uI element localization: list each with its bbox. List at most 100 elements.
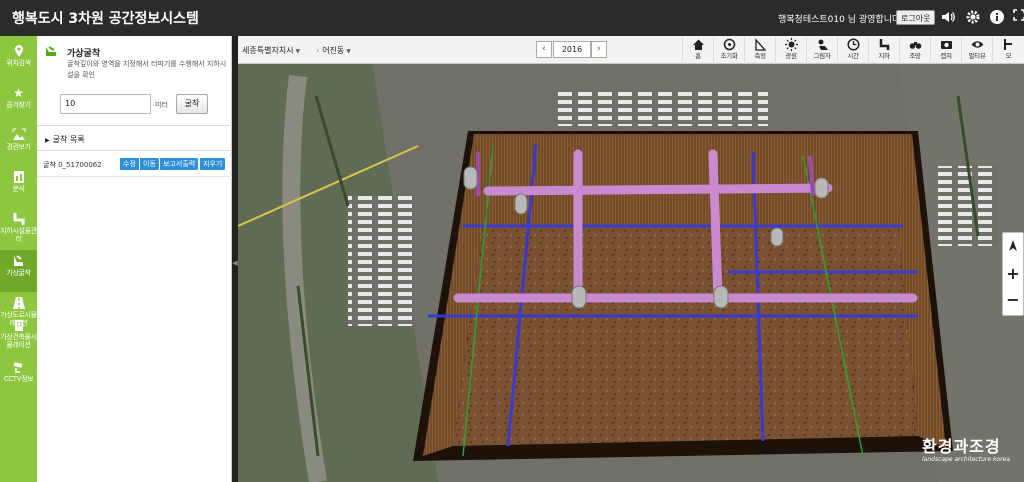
dig-item-name: 굴착 0_51700062 [43, 161, 102, 169]
cctv-icon [12, 360, 26, 374]
tool-label: 홈 [695, 52, 701, 60]
tool-label: 시간 [847, 52, 859, 60]
map-scene [238, 36, 1024, 482]
chevron-down-icon: ▼ [346, 48, 351, 55]
watermark-title: 환경과조경 [922, 437, 1001, 456]
dig-list-title: 굴착 목록 [52, 135, 85, 144]
shadow-icon [807, 38, 837, 52]
unit-label: 미터 [155, 101, 168, 109]
virtual-dig-panel: 가상굴착 굴착깊이와 영역을 지정해서 터파기를 수행해서 지하시설을 확인 1… [37, 36, 232, 482]
map-toolbar: 세종특별자치시 ▼ › 어진동 ▼ ‹ 2016 › 홈 초기화 측정 광원 그림자 … [238, 36, 1024, 64]
tool-label: 측정 [754, 52, 766, 60]
tool-label: 캡쳐 [940, 52, 952, 60]
district-label: 어진동 [322, 46, 345, 55]
report-button[interactable]: 보고서출력 [160, 158, 199, 170]
tool-label: 광원 [785, 52, 797, 60]
tool-more[interactable]: 모 [992, 37, 1024, 64]
tool-time[interactable]: 시간 [837, 37, 868, 64]
pipe-icon [12, 212, 26, 226]
excavator-icon [45, 45, 59, 57]
tool-reset[interactable]: 초기화 [713, 37, 744, 64]
tool-home[interactable]: 홈 [682, 37, 713, 64]
tool-capture[interactable]: 캡쳐 [930, 37, 961, 64]
year-value: 2016 [553, 41, 591, 58]
underground-icon [869, 38, 899, 52]
landscape-icon [12, 128, 26, 142]
nav-item-analysis[interactable]: 분석 [0, 166, 37, 208]
depth-input[interactable]: 10 [60, 94, 151, 114]
district-select[interactable]: › 어진동 ▼ [316, 45, 351, 56]
tool-label: 지하 [878, 52, 890, 60]
reset-icon [714, 38, 744, 52]
chevron-down-icon: ▼ [295, 48, 301, 55]
road-icon [12, 296, 26, 310]
nav-item-location-search[interactable]: 위치검색 [0, 40, 37, 82]
clock-icon [838, 38, 868, 52]
analysis-icon [12, 170, 26, 184]
excavator-icon [12, 254, 26, 268]
edit-button[interactable]: 수정 [120, 158, 139, 170]
divider [37, 125, 232, 126]
nav-label: 분석 [12, 185, 25, 193]
panel-description: 굴착깊이와 영역을 지정해서 터파기를 수행해서 지하시설을 확인 [67, 60, 227, 79]
nav-label: 가상굴착 [6, 269, 31, 277]
nav-label: CCTV정보 [3, 375, 34, 383]
tool-label: 초기화 [720, 52, 738, 60]
panel-title: 가상굴착 [67, 49, 101, 59]
building-icon [12, 318, 26, 332]
tool-label: 멀티뷰 [968, 52, 986, 60]
top-bar: 행복도시 3차원 공간정보시스템 행복청테스트010 님 광영합니다. 로그아웃 [0, 0, 1024, 36]
nav-item-building-sim[interactable]: 가상건축물시뮬레이션 [0, 314, 37, 358]
app-title: 행복도시 3차원 공간정보시스템 [12, 11, 199, 27]
home-icon [683, 38, 713, 52]
nav-label: 가상건축물시뮬레이션 [0, 333, 37, 349]
zoom-in-button[interactable]: + [1003, 261, 1023, 287]
tool-light[interactable]: 광원 [775, 37, 806, 64]
tool-underground[interactable]: 지하 [868, 37, 899, 64]
tool-label: 조망 [909, 52, 921, 60]
fullscreen-icon[interactable] [1011, 9, 1024, 25]
eye-icon [962, 38, 992, 52]
zoom-out-button[interactable]: − [1003, 287, 1023, 313]
map-view[interactable] [238, 36, 1024, 482]
tool-view[interactable]: 조망 [899, 37, 930, 64]
tool-multiview[interactable]: 멀티뷰 [961, 37, 992, 64]
watermark-subtitle: landscape architecture korea [922, 456, 1010, 463]
binoculars-icon [900, 38, 930, 52]
region-select[interactable]: 세종특별자치시 ▼ [242, 45, 300, 56]
nav-item-virtual-dig[interactable]: 가상굴착 [0, 250, 37, 292]
light-icon [776, 38, 806, 52]
dig-button[interactable]: 굴착 [176, 94, 208, 114]
nav-item-favorites[interactable]: ★ 즐겨찾기 [0, 82, 37, 124]
caret-right-icon: ▶ [45, 137, 50, 144]
tool-measure[interactable]: 측정 [744, 37, 775, 64]
year-next-button[interactable]: › [591, 41, 607, 58]
nav-label: 위치검색 [6, 59, 31, 67]
tool-shadow[interactable]: 그림자 [806, 37, 837, 64]
nav-label: 경관보기 [6, 143, 31, 151]
zoom-controls: + − [1002, 232, 1024, 316]
nav-item-landscape[interactable]: 경관보기 [0, 124, 37, 166]
speaker-icon[interactable] [940, 9, 956, 25]
nav-item-underground[interactable]: 지하시설물관리 [0, 208, 37, 250]
dig-list-header[interactable]: ▶ 굴착 목록 [45, 134, 85, 145]
tool-label: 그림자 [813, 52, 831, 60]
info-icon[interactable] [989, 9, 1005, 25]
welcome-message: 행복청테스트010 님 광영합니다. [778, 15, 904, 25]
move-button[interactable]: 이동 [140, 158, 159, 170]
tool-icon [993, 38, 1024, 52]
compass-icon[interactable] [1003, 235, 1023, 261]
delete-button[interactable]: 지우기 [200, 158, 226, 170]
location-pin-icon [12, 44, 26, 58]
star-icon: ★ [13, 86, 24, 100]
divider [37, 150, 232, 151]
tool-label: 모 [1005, 52, 1012, 60]
divider [37, 176, 232, 177]
logout-button[interactable]: 로그아웃 [896, 10, 936, 25]
camera-icon [931, 38, 961, 52]
nav-item-cctv[interactable]: CCTV정보 [0, 356, 37, 398]
nav-label: 즐겨찾기 [6, 101, 31, 109]
region-label: 세종특별자치시 [242, 46, 294, 55]
year-prev-button[interactable]: ‹ [536, 41, 552, 58]
gear-icon[interactable] [965, 9, 981, 25]
